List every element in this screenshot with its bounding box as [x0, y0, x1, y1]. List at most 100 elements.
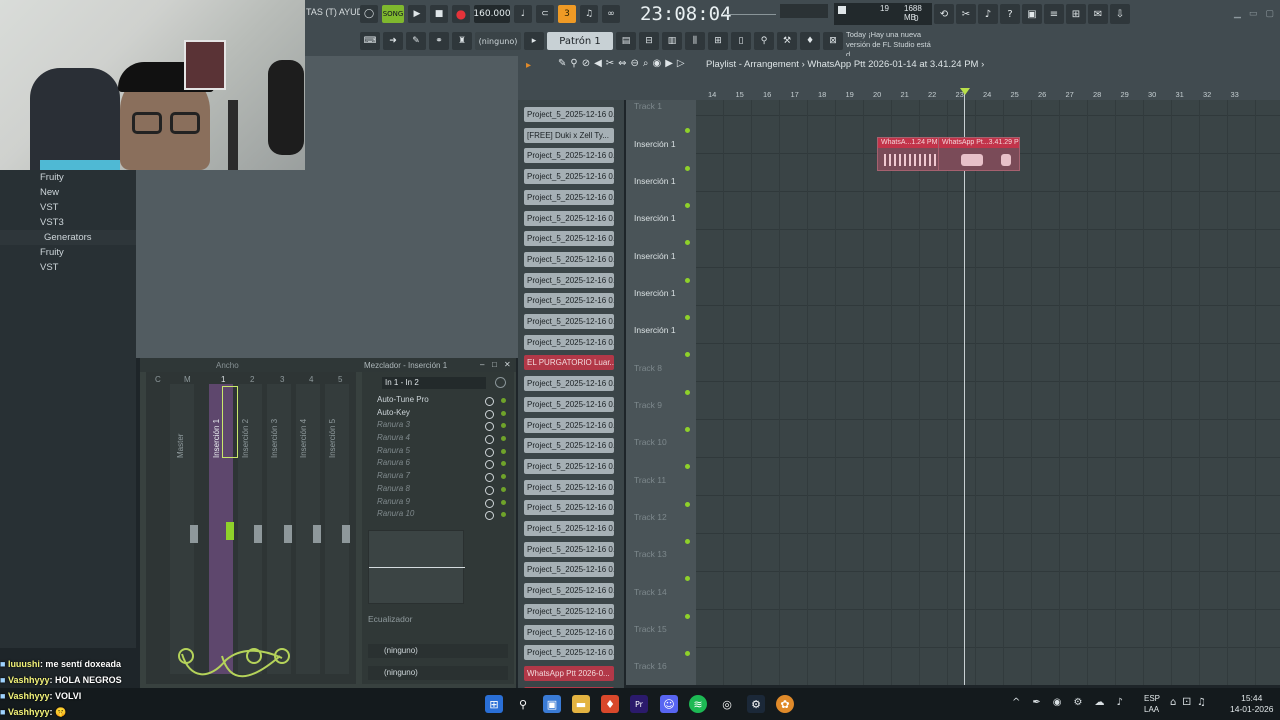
file-explorer-icon[interactable]: ▬ — [572, 695, 590, 713]
browser-item-generators-vst[interactable]: VST — [0, 260, 136, 275]
track-header[interactable]: Track 16 — [634, 661, 667, 671]
steam-icon[interactable]: ⚙ — [747, 695, 765, 713]
stamp-icon[interactable]: ♜ — [452, 32, 472, 50]
browser-item-generators[interactable]: Generators — [0, 230, 136, 245]
arrow-icon[interactable]: ➜ — [383, 32, 403, 50]
insert-3-fader[interactable] — [284, 525, 292, 543]
pattern-item[interactable]: Project_5_2025-12-16 0... — [524, 541, 614, 557]
browser-item-vst3[interactable]: VST3 — [0, 215, 136, 230]
bird-icon[interactable]: ♦ — [800, 32, 820, 50]
stop-button[interactable]: ■ — [430, 5, 448, 23]
pattern-item[interactable]: Project_5_2025-12-16 0... — [524, 272, 614, 288]
track-enable-icon[interactable] — [685, 128, 690, 133]
effect-slot-7[interactable]: Ranura 7 — [362, 470, 514, 483]
pattern-item[interactable]: Project_5_2025-12-16 0... — [524, 334, 614, 350]
track-enable-icon[interactable] — [685, 352, 690, 357]
effect-slot-8[interactable]: Ranura 8 — [362, 483, 514, 496]
download-icon[interactable]: ⇩ — [1110, 4, 1130, 24]
pattern-item[interactable]: Project_5_2025-12-16 0... — [524, 376, 614, 392]
track-enable-icon[interactable] — [685, 502, 690, 507]
pattern-item[interactable]: Project_5_2025-12-16 0... — [524, 417, 614, 433]
playlist-menu-icon[interactable]: ▸ — [526, 60, 531, 71]
pattern-item[interactable]: Project_5_2025-12-16 0... — [524, 314, 614, 329]
browser-icon[interactable]: ⊞ — [708, 32, 728, 50]
effect-slot-3[interactable]: Ranura 3 — [362, 419, 514, 432]
playhead[interactable] — [964, 90, 965, 685]
discord-icon[interactable]: ☺ — [660, 695, 678, 713]
pattern-item[interactable]: Project_5_2025-12-16 0... — [524, 521, 614, 536]
insert-2-fader[interactable] — [254, 525, 262, 543]
browser-item-new[interactable]: New — [0, 185, 136, 200]
obs-icon[interactable]: ◎ — [718, 695, 736, 713]
playlist-icon[interactable]: ▤ — [616, 32, 636, 50]
effect-slot-9[interactable]: Ranura 9 — [362, 496, 514, 509]
track-enable-icon[interactable] — [685, 576, 690, 581]
pitch-monitor[interactable] — [780, 4, 828, 18]
plugin-db-icon[interactable]: ⚲ — [754, 32, 774, 50]
cut-icon[interactable]: ✂ — [956, 4, 976, 24]
effect-slot-4[interactable]: Ranura 4 — [362, 432, 514, 445]
pattern-item[interactable]: Project_5_2025-12-16 0... — [524, 479, 614, 495]
network-volume-icons[interactable]: ⌂⚀♫ — [1170, 697, 1212, 708]
tray-app-icon[interactable]: ◉ — [1053, 697, 1062, 708]
pattern-item[interactable]: Project_5_2025-12-16 0... — [524, 645, 614, 661]
timeline-ruler[interactable]: 14 15 16 17 18 19 20 21 22 23 24 25 26 27 28 29 30 31 32 33 — [696, 88, 1280, 100]
playlist-title[interactable]: Playlist - Arrangement › WhatsApp Ptt 20… — [706, 59, 984, 70]
record-button[interactable]: ● — [452, 5, 470, 23]
pattern-item[interactable]: Project_5_2025-12-16 0... — [524, 107, 614, 122]
search-icon[interactable]: ⚲ — [514, 695, 532, 713]
chat-icon[interactable]: ✉ — [1088, 4, 1108, 24]
track-header[interactable]: Track 14 — [634, 587, 667, 597]
effect-slot-2[interactable]: Auto-Key — [362, 407, 514, 420]
pattern-item[interactable]: Project_5_2025-12-16 0... — [524, 169, 614, 185]
input-routing-select[interactable]: In 1 - In 2 — [382, 377, 486, 389]
pattern-item[interactable]: Project_5_2025-12-16 0... — [524, 251, 614, 267]
track-enable-icon[interactable] — [685, 315, 690, 320]
input-settings-icon[interactable] — [495, 377, 506, 388]
mixer-minimize-icon[interactable]: – — [480, 360, 484, 369]
brave-browser-icon[interactable]: ♦ — [601, 695, 619, 713]
blend-icon[interactable]: ♫ — [580, 5, 598, 23]
pattern-item[interactable]: Project_5_2025-12-16 0... — [524, 396, 614, 412]
effect-slot-1[interactable]: Auto-Tune Pro — [362, 394, 514, 407]
tray-overflow-icon[interactable]: ^ — [1012, 697, 1020, 708]
track-enable-icon[interactable] — [685, 203, 690, 208]
pattern-item[interactable]: Project_5_2025-12-16 0... — [524, 189, 614, 205]
pattern-item[interactable]: [FREE] Duki x Zell Ty... — [524, 127, 614, 143]
premiere-icon[interactable]: Pr — [630, 695, 648, 713]
effect-slot-6[interactable]: Ranura 6 — [362, 457, 514, 470]
mic-icon[interactable]: ♪ — [978, 4, 998, 24]
pattern-selector[interactable]: Patrón 1 — [547, 32, 613, 50]
track-enable-icon[interactable] — [685, 390, 690, 395]
link-icon[interactable]: ⚭ — [429, 32, 449, 50]
plugin-icon[interactable]: ⊞ — [1066, 4, 1086, 24]
eq-graph[interactable] — [368, 530, 465, 604]
track-header[interactable]: Track 11 — [634, 475, 666, 485]
pattern-item[interactable]: Project_5_2025-12-16 0... — [524, 562, 614, 578]
play-button[interactable]: ▶ — [408, 5, 426, 23]
windows-start-icon[interactable]: ⊞ — [485, 695, 503, 713]
tray-mic-icon[interactable]: ♪ — [1116, 697, 1122, 708]
audio-clip-2[interactable]: WhatsApp Pt...3.41.29 PM — [938, 137, 1020, 171]
track-header[interactable]: Inserción 1 — [634, 176, 676, 186]
minimize-icon[interactable]: ▁ — [1234, 8, 1241, 19]
mixer-maximize-icon[interactable]: □ — [492, 360, 497, 369]
pattern-item[interactable]: Project_5_2025-12-16 0... — [524, 603, 614, 619]
pattern-item[interactable]: Project_5_2025-12-16 0... — [524, 293, 614, 309]
language-indicator[interactable]: ESP LAA — [1144, 693, 1160, 715]
wait-icon[interactable]: ⊂ — [536, 5, 554, 23]
track-header[interactable]: Track 12 — [634, 512, 667, 522]
pattern-item[interactable]: WhatsApp Ptt 2026-0... — [524, 665, 614, 681]
effect-slot-5[interactable]: Ranura 5 — [362, 445, 514, 458]
browser-item-vst[interactable]: VST — [0, 200, 136, 215]
save-icon[interactable]: ▣ — [1022, 4, 1042, 24]
countdown-button[interactable]: 3 — [558, 5, 576, 23]
track-header[interactable]: Inserción 1 — [634, 325, 676, 335]
close-icon[interactable]: ▢ — [1265, 8, 1274, 19]
maximize-icon[interactable]: ▭ — [1249, 8, 1258, 19]
mixer-close-icon[interactable]: ✕ — [504, 360, 511, 369]
track-header[interactable]: Inserción 1 — [634, 251, 676, 261]
insert-1-fader[interactable] — [226, 522, 234, 540]
tray-pen-icon[interactable]: ✒ — [1032, 697, 1040, 708]
pattern-item[interactable]: EL PURGATORIO Luar... — [524, 355, 614, 371]
